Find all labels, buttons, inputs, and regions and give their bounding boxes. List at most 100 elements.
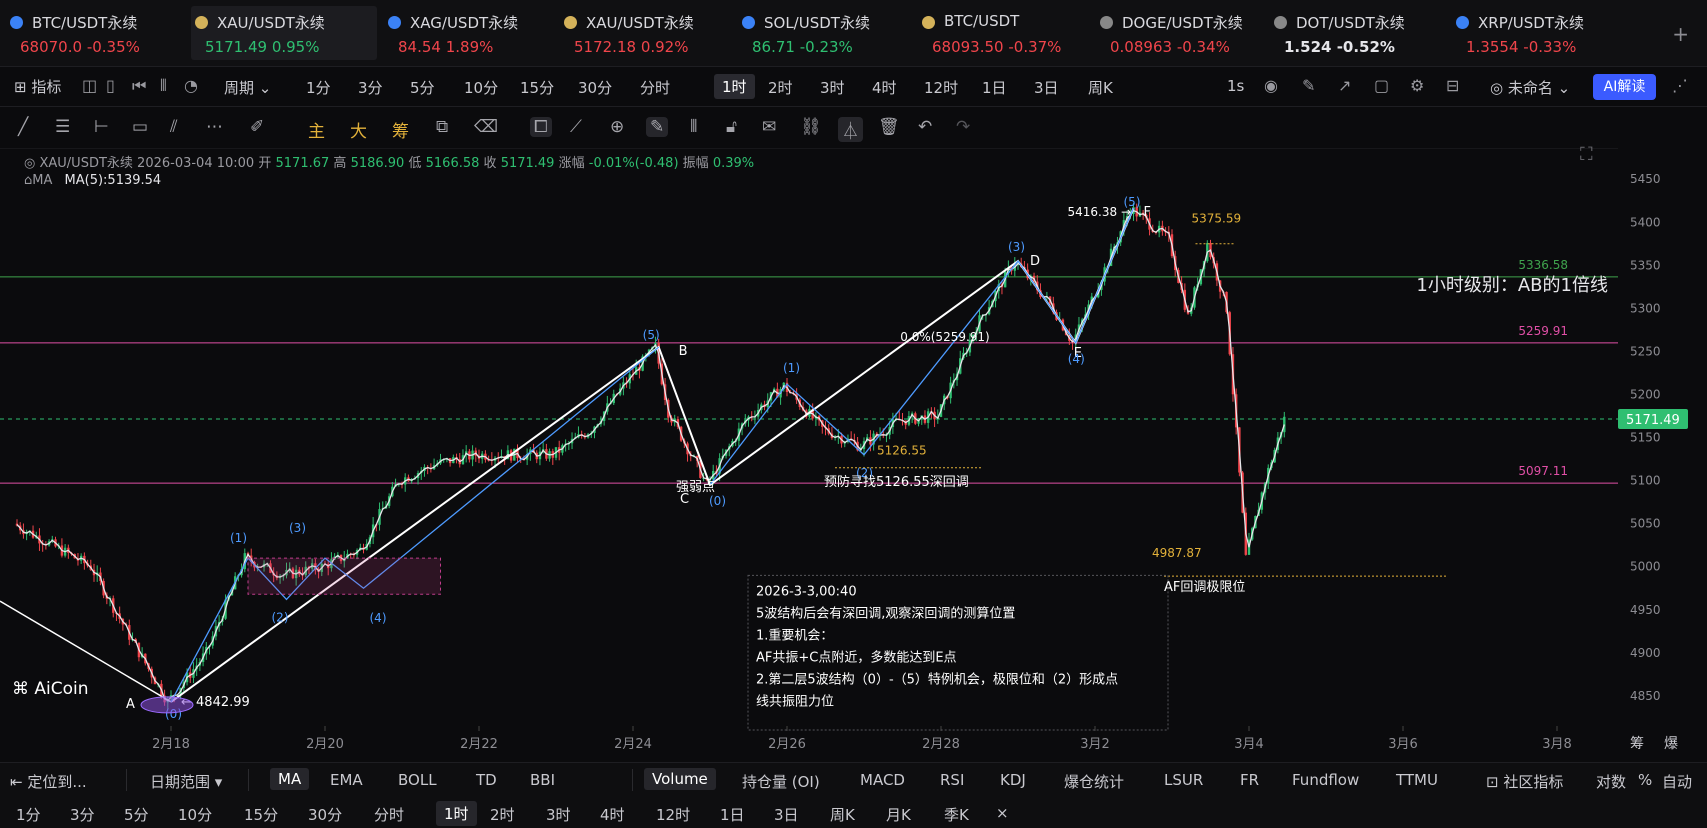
sub-indicator-5[interactable]: 爆仓统计	[1064, 771, 1124, 792]
bottom-timeframe-13[interactable]: 3日	[774, 804, 799, 825]
magnet-icon[interactable]: ⦀	[690, 117, 697, 137]
timeframe-14[interactable]: 周K	[1088, 77, 1113, 98]
bottom-timeframe-11[interactable]: 12时	[656, 804, 690, 825]
gear-icon[interactable]: ⚙	[1410, 76, 1424, 95]
hline-tool-icon[interactable]: ⊢	[94, 117, 109, 137]
rect-tool-icon[interactable]: ▭	[132, 117, 148, 137]
sub-indicator-1[interactable]: 持仓量 (OI)	[742, 771, 820, 792]
timeframe-5[interactable]: 30分	[578, 77, 612, 98]
grid-icon[interactable]: ⊟	[1446, 76, 1459, 95]
close-icon[interactable]: ×	[996, 804, 1009, 822]
timeframe-8[interactable]: 2时	[768, 77, 793, 98]
timeframe-6[interactable]: 分时	[640, 77, 670, 98]
draw-mode-icon[interactable]: ✎	[646, 117, 669, 137]
bottom-timeframe-3[interactable]: 10分	[178, 804, 212, 825]
bottom-timeframe-2[interactable]: 5分	[124, 804, 149, 825]
hlines-tool-icon[interactable]: ☰	[55, 117, 70, 137]
bottom-timeframe-7[interactable]: 1时	[436, 801, 477, 826]
indicator-boll[interactable]: BOLL	[398, 771, 437, 789]
copy-icon[interactable]: ⧠	[530, 117, 552, 137]
ticker-tab[interactable]: XAG/USDT永续 84.54 1.89%	[384, 6, 544, 60]
chip-toggle[interactable]: 筹	[392, 117, 409, 142]
erase-icon[interactable]: ⌫	[474, 117, 498, 137]
sub-indicator-7[interactable]: FR	[1240, 771, 1259, 789]
price-chart[interactable]: 4850 4900 4950 5000 5050 5100 5150 5200 5250 5300…	[0, 133, 1707, 760]
bottom-timeframe-0[interactable]: 1分	[16, 804, 41, 825]
period-dropdown[interactable]: 周期 ⌄	[224, 77, 271, 98]
plus-icon[interactable]: +	[1672, 22, 1689, 46]
timeframe-11[interactable]: 12时	[924, 77, 958, 98]
redo-icon[interactable]: ↷	[956, 117, 970, 137]
ticker-tab[interactable]: DOT/USDT永续 1.524 -0.52%	[1270, 6, 1430, 60]
lock-icon[interactable]: 🔓︎	[726, 117, 737, 137]
locate-button[interactable]: ⇤ 定位到...	[10, 771, 87, 792]
ticker-tab[interactable]: BTC/USDT永续 68070.0 -0.35%	[6, 6, 176, 60]
timeframe-10[interactable]: 4时	[872, 77, 897, 98]
layout-icon[interactable]: ◫	[82, 76, 97, 95]
bars-icon[interactable]: ⫴	[160, 76, 167, 96]
ticker-tab[interactable]: DOGE/USDT永续 0.08963 -0.34%	[1096, 6, 1266, 60]
ticker-tab[interactable]: XRP/USDT永续 1.3554 -0.33%	[1452, 6, 1612, 60]
filter-icon[interactable]: ⏃	[838, 117, 863, 142]
sub-indicator-8[interactable]: Fundflow	[1292, 771, 1359, 789]
main-chart-toggle[interactable]: 主	[308, 117, 325, 142]
note-icon[interactable]: ✉	[762, 117, 776, 137]
share-icon[interactable]: ↗	[1338, 76, 1351, 95]
log-toggle[interactable]: 对数	[1596, 771, 1626, 792]
sub-indicator-0[interactable]: Volume	[644, 768, 716, 790]
rewind-icon[interactable]: ⏮	[132, 76, 146, 96]
timeframe-13[interactable]: 3日	[1034, 77, 1059, 98]
bottom-timeframe-9[interactable]: 3时	[546, 804, 571, 825]
timeframe-7[interactable]: 1时	[714, 74, 755, 99]
bottom-timeframe-14[interactable]: 周K	[830, 804, 855, 825]
date-range-button[interactable]: 日期范围 ▾	[150, 771, 222, 792]
brush-tool-icon[interactable]: ✐	[250, 117, 264, 137]
timeframe-1[interactable]: 3分	[358, 77, 383, 98]
line-tool-icon[interactable]: ╱	[18, 117, 28, 137]
sub-indicator-3[interactable]: RSI	[940, 771, 964, 789]
community-indicators[interactable]: ⊡ 社区指标	[1486, 771, 1563, 792]
zoom-in-icon[interactable]: ⊕	[610, 117, 624, 137]
timeframe-4[interactable]: 15分	[520, 77, 554, 98]
indicator-bbi[interactable]: BBI	[530, 771, 555, 789]
bottom-timeframe-6[interactable]: 分时	[374, 804, 404, 825]
timeframe-2[interactable]: 5分	[410, 77, 435, 98]
ticker-tab-active[interactable]: XAU/USDT永续 5171.49 0.95%	[191, 6, 377, 60]
bottom-timeframe-10[interactable]: 4时	[600, 804, 625, 825]
chart-area[interactable]: 4850 4900 4950 5000 5050 5100 5150 5200 5250 5300…	[0, 133, 1707, 760]
bottom-timeframe-1[interactable]: 3分	[70, 804, 95, 825]
layout-name-dropdown[interactable]: ◎ 未命名 ⌄	[1490, 77, 1570, 98]
indicator-td[interactable]: TD	[476, 771, 497, 789]
link-icon[interactable]: ⛓	[800, 117, 822, 137]
sub-indicator-2[interactable]: MACD	[860, 771, 905, 789]
bottom-timeframe-5[interactable]: 30分	[308, 804, 342, 825]
ruler-icon[interactable]: ⟋	[570, 117, 582, 137]
timeframe-9[interactable]: 3时	[820, 77, 845, 98]
bottom-timeframe-15[interactable]: 月K	[886, 804, 911, 825]
undo-icon[interactable]: ↶	[918, 117, 932, 137]
timeframe-0[interactable]: 1分	[306, 77, 331, 98]
share-nodes-icon[interactable]: ⋰	[1672, 76, 1688, 95]
pen-icon[interactable]: ✎	[1302, 76, 1315, 95]
indicator-ma[interactable]: MA	[270, 768, 310, 790]
sub-indicator-4[interactable]: KDJ	[1000, 771, 1026, 789]
trash-icon[interactable]: 🗑︎	[878, 117, 900, 137]
fullscreen-icon[interactable]: ⛶	[1580, 144, 1593, 165]
candle-icon[interactable]: ▯	[106, 76, 115, 95]
timeframe-12[interactable]: 1日	[982, 77, 1007, 98]
edit-icon[interactable]: ⧉	[436, 117, 448, 137]
interval-1s[interactable]: 1s	[1227, 77, 1244, 95]
ticker-tab[interactable]: SOL/USDT永续 86.71 -0.23%	[738, 6, 898, 60]
sub-indicator-6[interactable]: LSUR	[1164, 771, 1203, 789]
timeframe-3[interactable]: 10分	[464, 77, 498, 98]
sub-indicator-9[interactable]: TTMU	[1396, 771, 1438, 789]
bottom-timeframe-8[interactable]: 2时	[490, 804, 515, 825]
ticker-tab[interactable]: XAU/USDT永续 5172.18 0.92%	[560, 6, 720, 60]
indicator-button[interactable]: ⊞ 指标	[14, 76, 61, 97]
more-tool-icon[interactable]: ⋯	[206, 117, 223, 137]
bottom-timeframe-16[interactable]: 季K	[944, 804, 969, 825]
gauge-icon[interactable]: ◔	[184, 76, 198, 95]
eye-icon[interactable]: ◎	[24, 156, 35, 171]
ticker-tab[interactable]: BTC/USDT 68093.50 -0.37%	[918, 6, 1078, 60]
indicator-ema[interactable]: EMA	[330, 771, 363, 789]
